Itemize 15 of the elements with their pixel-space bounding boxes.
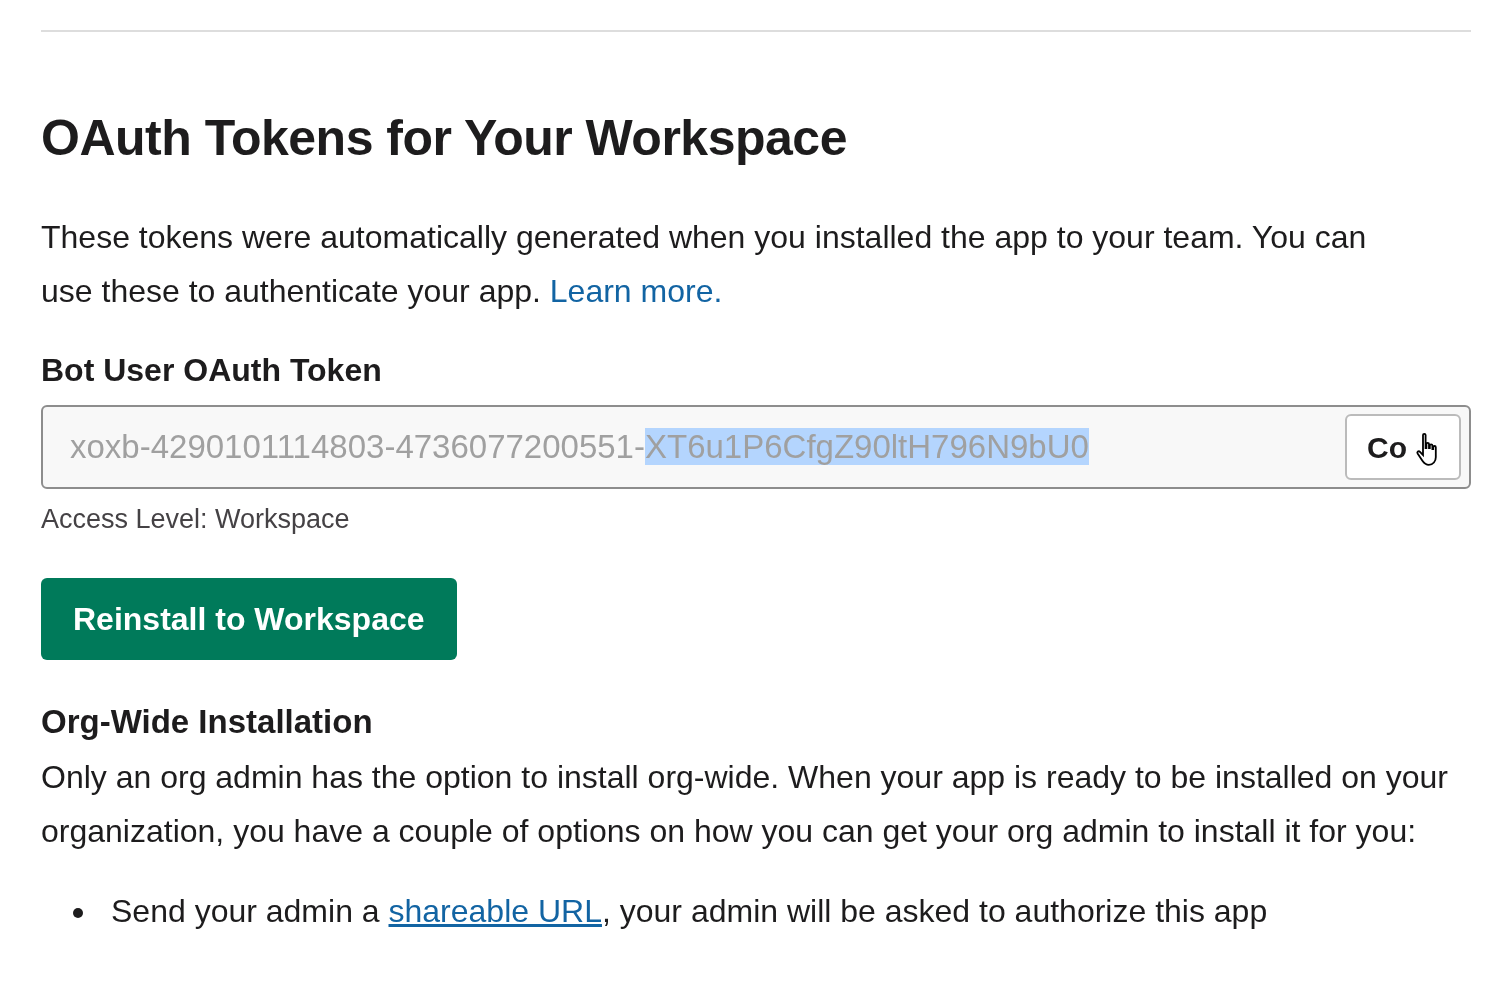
- bullet-text: Send your admin a shareable URL, your admin will be asked to authorize this app: [111, 891, 1268, 931]
- shareable-url-link[interactable]: shareable URL: [388, 892, 602, 929]
- bullet-icon: [73, 907, 83, 918]
- reinstall-button[interactable]: Reinstall to Workspace: [41, 577, 457, 660]
- token-field[interactable]: xoxb-4290101114803-4736077200551-XT6u1P6CfgZ90ltH796N9bU0 Co: [41, 405, 1471, 489]
- token-label: Bot User OAuth Token: [41, 351, 383, 390]
- access-level-text: Access Level: Workspace: [41, 503, 351, 536]
- org-wide-title: Org-Wide Installation: [41, 701, 374, 742]
- org-wide-paragraph: Only an org admin has the option to install org-wide. When your app is ready to be installed on your organization, you have a couple of options on how you can get your org admin to install it for you:: [41, 757, 1449, 851]
- intro-paragraph: These tokens were automatically generated when you installed the app to your team. You can use these to authenticate your app. Learn more.: [41, 218, 1368, 311]
- token-text: XT6u1P6CfgZ90ltH796N9bU0: [644, 428, 1089, 466]
- learn-more-link[interactable]: Learn more.: [549, 273, 723, 309]
- copy-button[interactable]: Co: [1345, 414, 1461, 480]
- section-heading: OAuth Tokens for Your Workspace: [41, 109, 848, 168]
- token-text: xoxb-4290101114803-4736077200551-: [70, 428, 645, 466]
